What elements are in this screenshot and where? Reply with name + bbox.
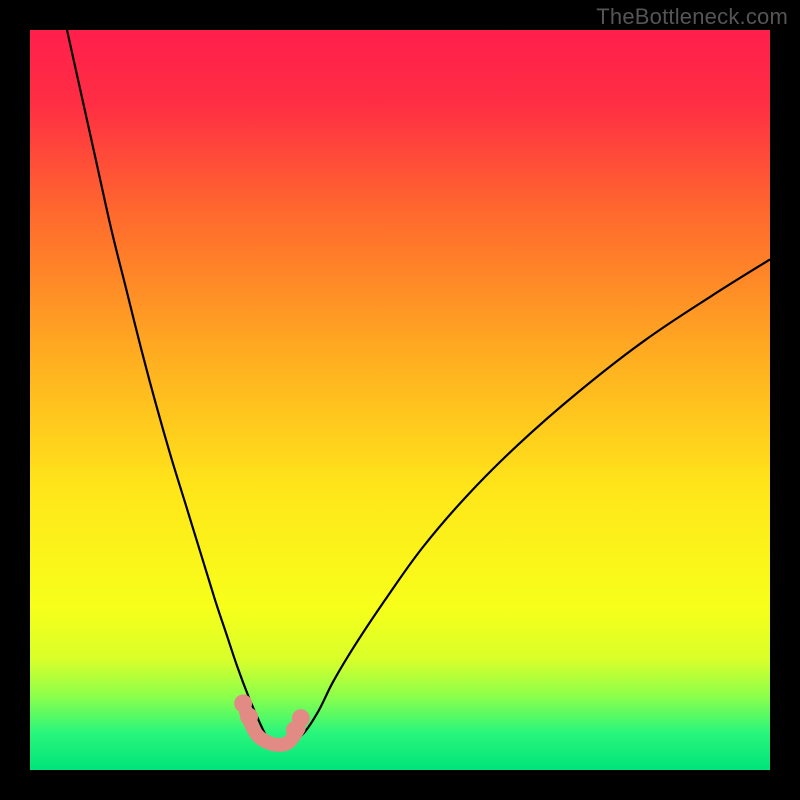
watermark-text: TheBottleneck.com	[596, 4, 788, 30]
chart-svg	[30, 30, 770, 770]
chart-frame: TheBottleneck.com	[0, 0, 800, 800]
highlight-dot	[240, 708, 258, 726]
gradient-background	[30, 30, 770, 770]
plot-area	[30, 30, 770, 770]
highlight-dot	[292, 709, 310, 727]
